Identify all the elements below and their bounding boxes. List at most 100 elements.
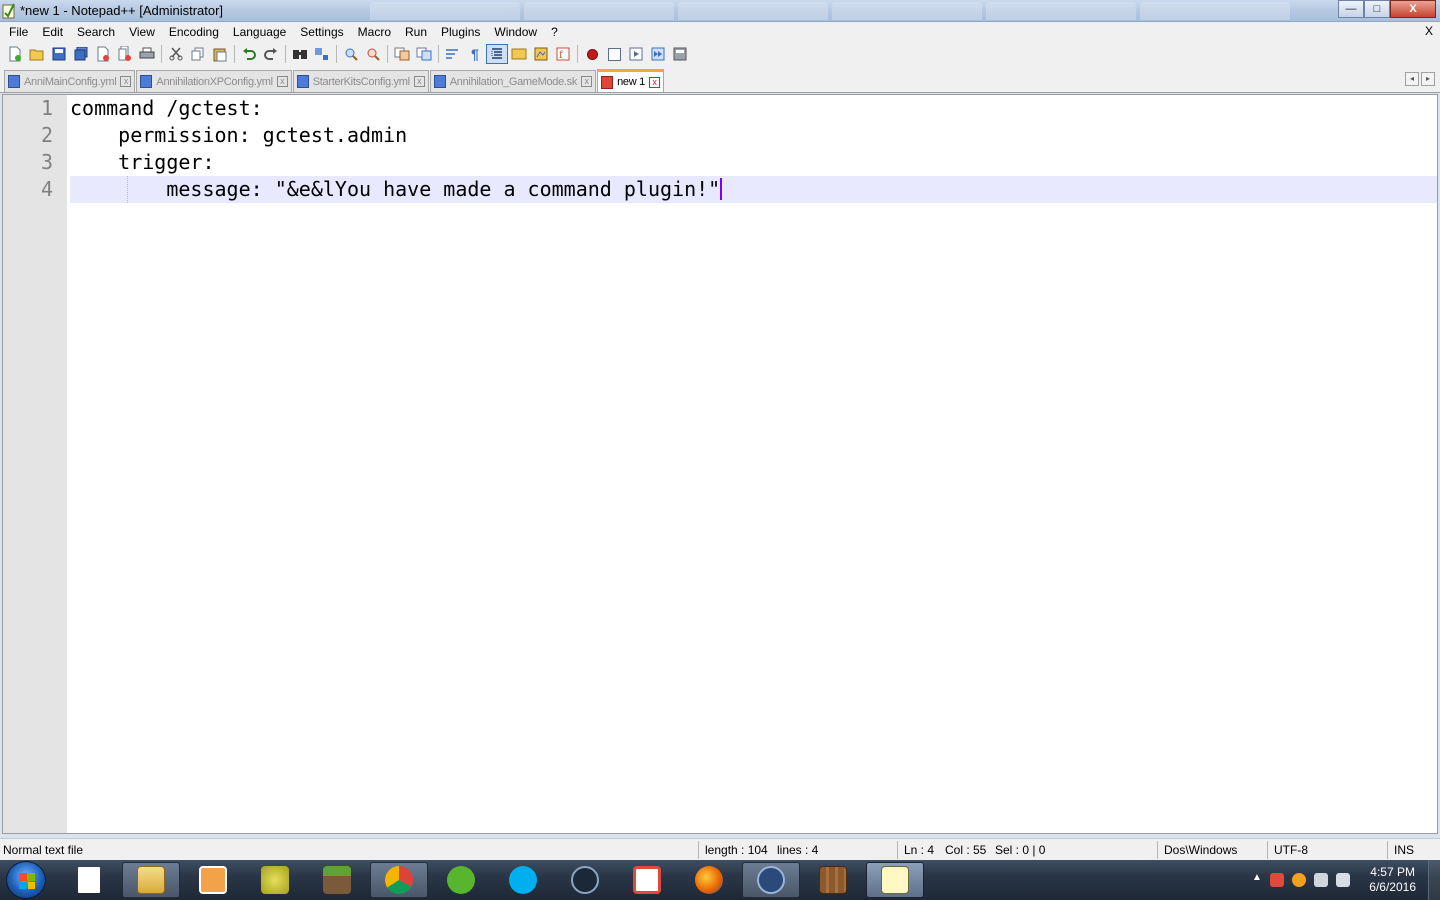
print-icon[interactable] xyxy=(136,44,158,64)
status-eol[interactable]: Dos\Windows xyxy=(1164,843,1237,857)
status-encoding[interactable]: UTF-8 xyxy=(1274,843,1308,857)
explorer-icon[interactable] xyxy=(122,862,180,898)
open-file-icon[interactable] xyxy=(26,44,48,64)
saved-file-icon xyxy=(8,75,20,88)
menu-encoding[interactable]: Encoding xyxy=(162,22,226,42)
action-center-icon[interactable] xyxy=(1270,873,1284,887)
save-all-icon[interactable] xyxy=(70,44,92,64)
function-list-icon[interactable]: f xyxy=(552,44,574,64)
find-icon[interactable] xyxy=(289,44,311,64)
menu-language[interactable]: Language xyxy=(226,22,293,42)
menu-edit[interactable]: Edit xyxy=(35,22,70,42)
zoom-in-icon[interactable] xyxy=(340,44,362,64)
run-macro-multiple-icon[interactable] xyxy=(647,44,669,64)
code-line-text: message: "&e&lYou have made a command pl… xyxy=(70,177,721,201)
menu-file[interactable]: File xyxy=(2,22,35,42)
system-tray: ▲ 4:57 PM 6/6/2016 xyxy=(1230,860,1440,900)
notepadpp-icon[interactable] xyxy=(866,862,924,898)
clock[interactable]: 4:57 PM 6/6/2016 xyxy=(1369,865,1416,895)
tab-label: StarterKitsConfig.yml xyxy=(312,75,410,88)
code-area[interactable]: command /gctest: permission: gctest.admi… xyxy=(70,95,1437,833)
redo-icon[interactable] xyxy=(260,44,282,64)
text-editor[interactable]: 1 2 3 4 command /gctest: permission: gct… xyxy=(2,94,1438,834)
save-macro-icon[interactable] xyxy=(669,44,691,64)
notification-app-icon[interactable] xyxy=(1292,873,1306,887)
utorrent-icon[interactable] xyxy=(432,862,490,898)
teamspeak-icon[interactable] xyxy=(742,862,800,898)
menu-settings[interactable]: Settings xyxy=(293,22,350,42)
cut-icon[interactable] xyxy=(165,44,187,64)
stop-macro-icon[interactable] xyxy=(603,44,625,64)
record-macro-icon[interactable] xyxy=(581,44,603,64)
menu-search[interactable]: Search xyxy=(70,22,122,42)
menu-view[interactable]: View xyxy=(122,22,162,42)
text-caret xyxy=(720,178,723,200)
firefox-icon[interactable] xyxy=(680,862,738,898)
tab-starterkitsconfig[interactable]: StarterKitsConfig.yml x xyxy=(292,70,429,92)
tab-close-icon[interactable]: x xyxy=(413,76,425,87)
close-all-icon[interactable] xyxy=(114,44,136,64)
replace-icon[interactable] xyxy=(311,44,333,64)
show-all-chars-icon[interactable]: ¶ xyxy=(464,44,486,64)
line-number: 2 xyxy=(40,123,53,147)
tab-annihilation-gamemode[interactable]: Annihilation_GameMode.sk x xyxy=(429,70,597,92)
tab-annimainconfig[interactable]: AnniMainConfig.yml x xyxy=(4,70,136,92)
grid-app-icon[interactable] xyxy=(618,862,676,898)
close-window-button[interactable]: X xyxy=(1390,0,1436,18)
toolbar: ¶ f xyxy=(0,42,1440,66)
status-insert-mode[interactable]: INS xyxy=(1394,843,1414,857)
sync-vertical-icon[interactable] xyxy=(391,44,413,64)
minecraft-icon[interactable] xyxy=(308,862,366,898)
start-button[interactable] xyxy=(6,861,46,899)
paste-icon[interactable] xyxy=(209,44,231,64)
status-separator xyxy=(1267,841,1268,859)
tray-expand-icon[interactable]: ▲ xyxy=(1252,872,1262,883)
skype-icon[interactable] xyxy=(494,862,552,898)
crafting-table-icon[interactable] xyxy=(804,862,862,898)
tab-close-icon[interactable]: x xyxy=(648,76,660,88)
copy-icon[interactable] xyxy=(187,44,209,64)
code-line-with-caret: message: "&e&lYou have made a command pl… xyxy=(70,176,723,203)
zoom-out-icon[interactable] xyxy=(362,44,384,64)
sponge-block-icon[interactable] xyxy=(246,862,304,898)
background-window-tabs xyxy=(370,2,1290,20)
file-icon[interactable] xyxy=(60,862,118,898)
show-desktop-button[interactable] xyxy=(1428,860,1440,900)
menu-run[interactable]: Run xyxy=(398,22,434,42)
saved-file-icon xyxy=(433,75,446,88)
chrome-icon[interactable] xyxy=(370,862,428,898)
user-language-icon[interactable] xyxy=(508,44,530,64)
steam-icon[interactable] xyxy=(556,862,614,898)
close-document-button[interactable]: X xyxy=(1425,24,1433,38)
menu-window[interactable]: Window xyxy=(487,22,544,42)
menu-help[interactable]: ? xyxy=(544,22,565,42)
tab-close-icon[interactable]: x xyxy=(276,76,288,87)
tab-scroll-left-button[interactable]: ◂ xyxy=(1405,72,1419,86)
device-icon[interactable] xyxy=(1314,873,1328,887)
volume-icon[interactable] xyxy=(1336,873,1350,887)
undo-icon[interactable] xyxy=(238,44,260,64)
close-icon[interactable] xyxy=(92,44,114,64)
media-player-icon[interactable] xyxy=(184,862,242,898)
status-lines: lines : 4 xyxy=(777,843,819,857)
tab-annihilationxpconfig[interactable]: AnnihilationXPConfig.yml x xyxy=(136,70,292,92)
menu-plugins[interactable]: Plugins xyxy=(434,22,487,42)
tab-new-1[interactable]: new 1 x xyxy=(597,69,664,92)
tab-close-icon[interactable]: x xyxy=(581,76,593,87)
line-number: 1 xyxy=(40,96,53,120)
tab-label: Annihilation_GameMode.sk xyxy=(449,75,578,88)
sync-horizontal-icon[interactable] xyxy=(413,44,435,64)
minimize-button[interactable]: — xyxy=(1338,0,1364,18)
indent-guide-icon[interactable] xyxy=(486,44,508,64)
maximize-button[interactable]: □ xyxy=(1364,0,1390,18)
status-separator xyxy=(1387,841,1388,859)
tab-close-icon[interactable]: x xyxy=(120,76,132,87)
word-wrap-icon[interactable] xyxy=(442,44,464,64)
new-file-icon[interactable] xyxy=(4,44,26,64)
play-macro-icon[interactable] xyxy=(625,44,647,64)
doc-map-icon[interactable] xyxy=(530,44,552,64)
tab-scroll-right-button[interactable]: ▸ xyxy=(1421,72,1435,86)
toolbar-separator xyxy=(161,45,162,63)
menu-macro[interactable]: Macro xyxy=(351,22,398,42)
save-icon[interactable] xyxy=(48,44,70,64)
